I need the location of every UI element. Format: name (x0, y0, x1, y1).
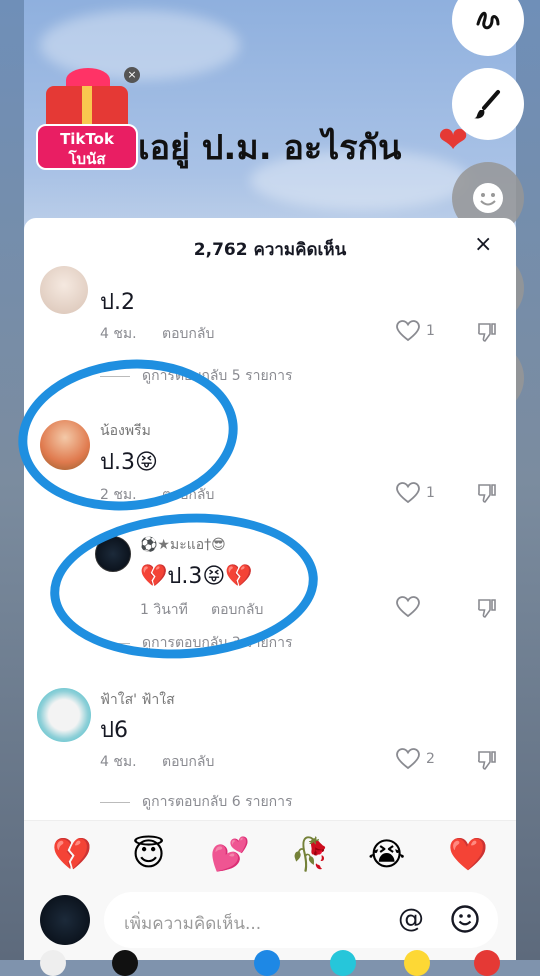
color-dot[interactable] (404, 950, 430, 976)
emoji-button[interactable]: ❤️ (448, 835, 488, 873)
emoji-picker-icon[interactable] (450, 904, 480, 934)
dislike-icon[interactable] (476, 749, 498, 771)
video-caption: เอยู่ ป.ม. อะไรกัน (138, 128, 402, 168)
like-count: 2 (426, 751, 435, 767)
quick-emoji-bar: 💔 😇 💕 🥀 😭 ❤️ (24, 820, 516, 891)
reply-button[interactable]: ตอบกลับ (162, 323, 214, 345)
color-dot[interactable] (474, 950, 500, 976)
brush-icon (474, 90, 500, 119)
comment-input-placeholder: เพิ่มความคิดเห็น... (124, 914, 262, 934)
gift-label: TikTok โบนัส (36, 124, 138, 170)
emoji-button[interactable]: 🥀 (290, 835, 330, 873)
comment-time: 4 ชม. (100, 754, 137, 770)
heart-outline-icon (396, 748, 420, 770)
comments-count-title: 2,762 ความคิดเห็น (193, 240, 347, 260)
color-dot[interactable] (254, 950, 280, 976)
heart-outline-icon (396, 596, 420, 618)
dislike-icon[interactable] (476, 321, 498, 343)
tiktok-bonus-gift[interactable]: TikTok โบนัส (36, 66, 140, 176)
right-edge (516, 0, 540, 960)
avatar[interactable] (40, 266, 88, 314)
mention-icon[interactable]: @ (398, 904, 424, 934)
comment-username[interactable]: ฟ้าใส' ฟ้าใส (100, 689, 175, 711)
emoji-button[interactable]: 💔 (52, 835, 92, 873)
like-count: 1 (426, 485, 435, 501)
avatar[interactable] (37, 688, 91, 742)
squiggle-icon (476, 11, 500, 30)
view-replies-link[interactable]: ดูการตอบกลับ 6 รายการ (100, 791, 293, 813)
comment-time: 4 ชม. (100, 326, 137, 342)
reply-button[interactable]: ตอบกลับ (162, 751, 214, 773)
comment-text: ป.2 (100, 290, 135, 315)
brush-tool-button[interactable] (452, 68, 524, 140)
color-dot[interactable] (330, 950, 356, 976)
like-button[interactable]: 2 (396, 748, 435, 770)
heart-outline-icon (396, 482, 420, 504)
close-icon[interactable]: × (474, 232, 492, 257)
like-button[interactable] (396, 596, 426, 618)
dislike-icon[interactable] (476, 482, 498, 504)
gift-label-line2: โบนัส (68, 150, 106, 168)
left-edge (0, 0, 24, 960)
color-dot[interactable] (40, 950, 66, 976)
gift-label-line1: TikTok (60, 130, 114, 148)
like-button[interactable]: 1 (396, 482, 435, 504)
emoji-button[interactable]: 💕 (210, 835, 250, 873)
smiley-icon (473, 183, 503, 213)
emoji-button[interactable]: 😭 (368, 835, 405, 873)
comment-text: ป6 (100, 718, 128, 743)
color-dot[interactable] (112, 950, 138, 976)
like-button[interactable]: 1 (396, 320, 435, 342)
avatar[interactable] (40, 895, 90, 945)
like-count: 1 (426, 323, 435, 339)
dislike-icon[interactable] (476, 597, 498, 619)
emoji-button[interactable]: 😇 (132, 835, 165, 873)
gift-close-button[interactable]: × (124, 67, 140, 83)
heart-outline-icon (396, 320, 420, 342)
